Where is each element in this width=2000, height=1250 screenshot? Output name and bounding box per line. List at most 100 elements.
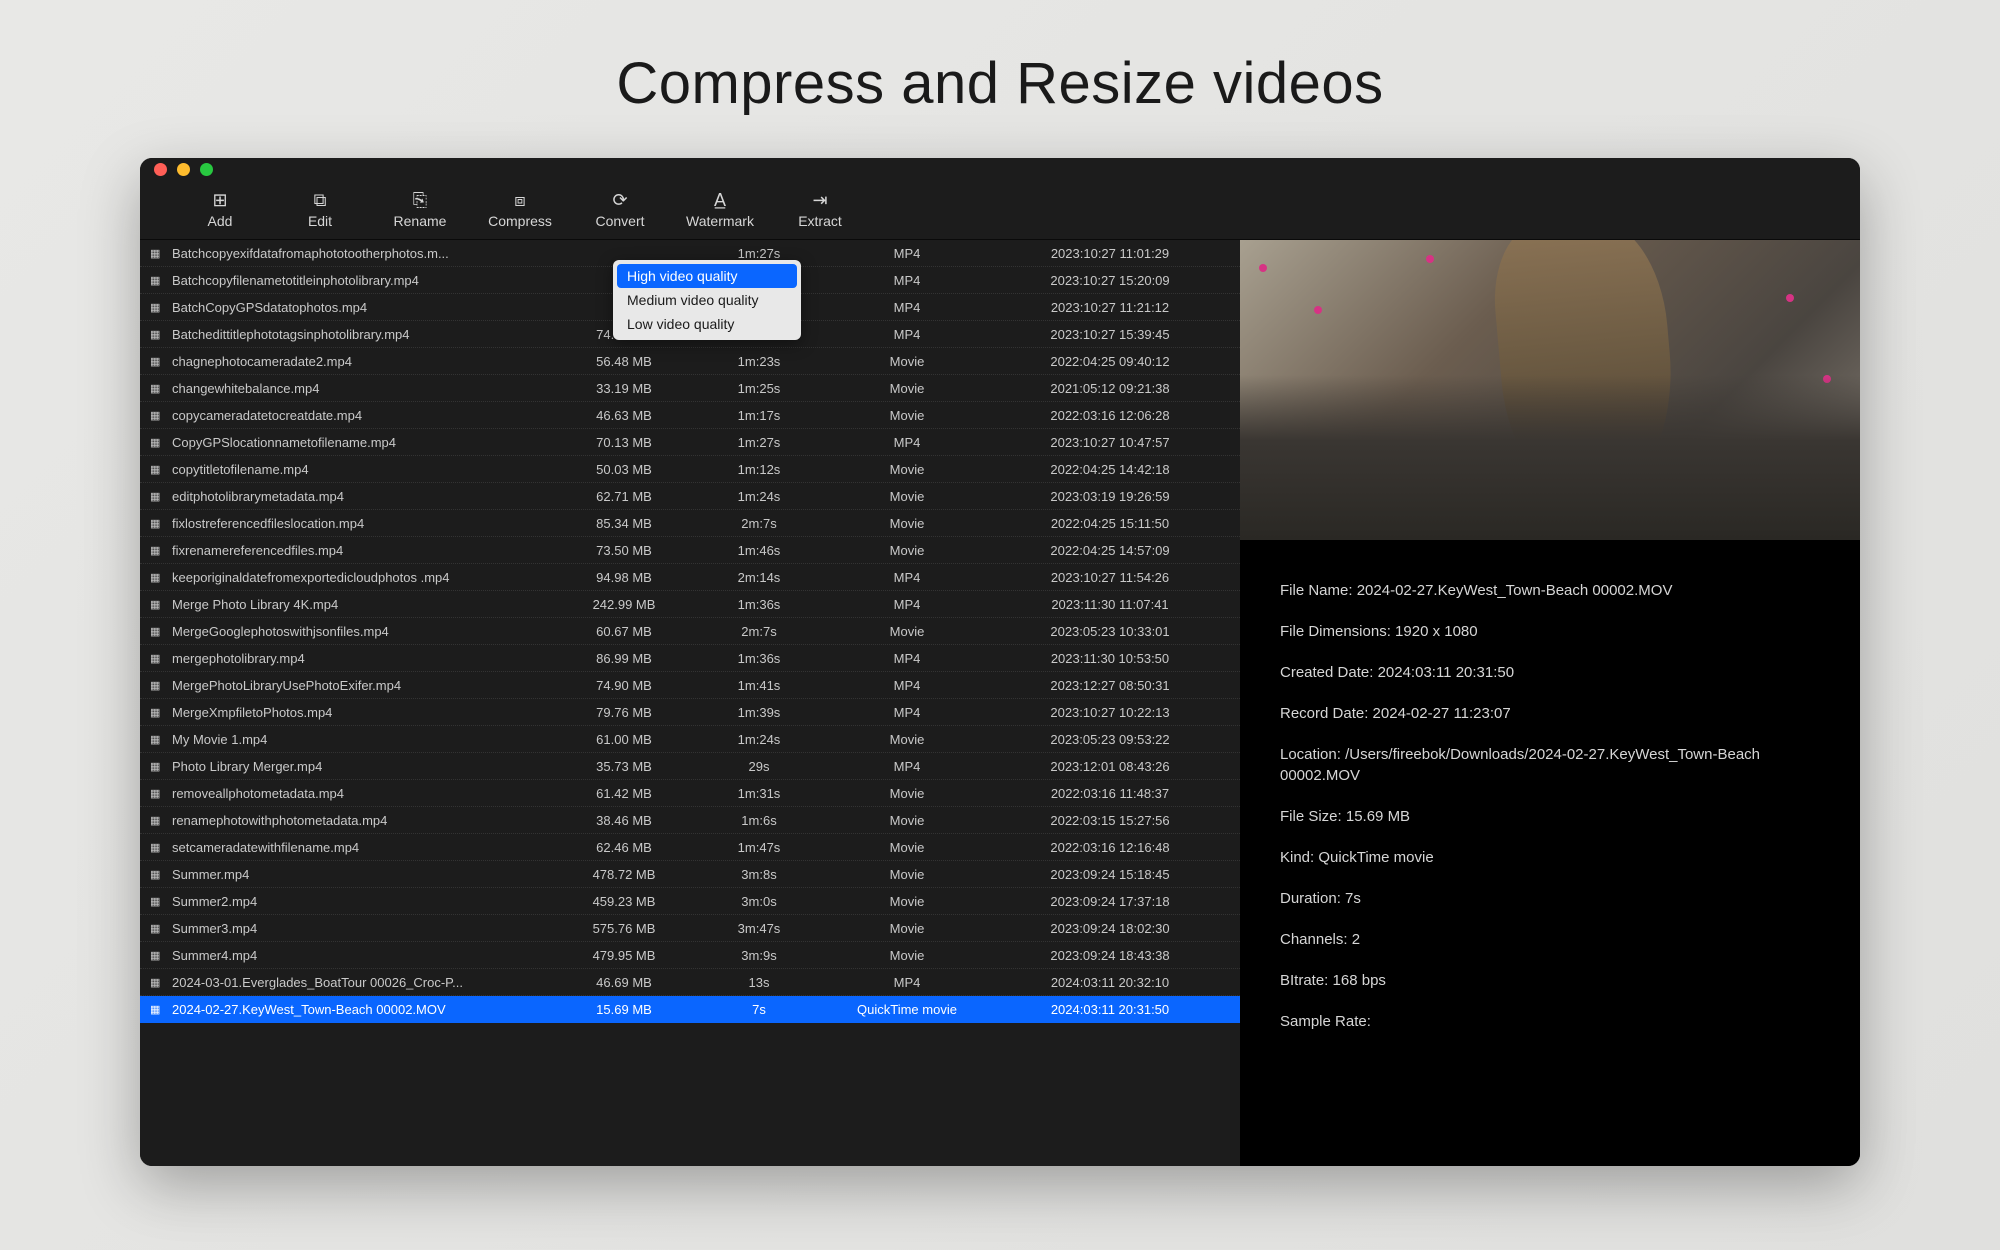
add-button[interactable]: ⊞Add	[170, 185, 270, 235]
app-window: ⊞Add⧉Edit ⎘ Rename ⧈Compress⟳ConvertA̲Water…	[140, 158, 1860, 1166]
file-date-cell: 2024:03:11 20:31:50	[990, 1002, 1230, 1017]
meta-filename: File Name: 2024-02-27.KeyWest_Town-Beach…	[1280, 580, 1820, 601]
convert-button[interactable]: ⟳Convert	[570, 185, 670, 235]
content-area: ▦ Batchcopyexifdatafromaphototootherphot…	[140, 240, 1860, 1166]
toolbar-label: Convert	[595, 213, 644, 229]
file-row[interactable]: ▦ My Movie 1.mp4 61.00 MB 1m:24s Movie 2…	[140, 726, 1240, 753]
file-row[interactable]: ▦ chagnephotocameradate2.mp4 56.48 MB 1m…	[140, 348, 1240, 375]
add-icon: ⊞	[212, 190, 227, 211]
file-date-cell: 2023:09:24 18:43:38	[990, 948, 1230, 963]
file-date-cell: 2022:03:16 12:06:28	[990, 408, 1230, 423]
file-icon: ▦	[150, 652, 172, 665]
file-type-cell: Movie	[824, 354, 990, 369]
meta-kind: Kind: QuickTime movie	[1280, 847, 1820, 868]
file-row[interactable]: ▦ fixlostreferencedfileslocation.mp4 85.…	[140, 510, 1240, 537]
file-row[interactable]: ▦ CopyGPSlocationnametofilename.mp4 70.1…	[140, 429, 1240, 456]
file-row[interactable]: ▦ copycameradatetocreatdate.mp4 46.63 MB…	[140, 402, 1240, 429]
file-type-cell: Movie	[824, 732, 990, 747]
compress-dropdown[interactable]: High video qualityMedium video qualityLo…	[613, 260, 801, 340]
rename-button[interactable]: ⎘ Rename	[370, 185, 470, 235]
file-row[interactable]: ▦ copytitletofilename.mp4 50.03 MB 1m:12…	[140, 456, 1240, 483]
file-row[interactable]: ▦ fixrenamereferencedfiles.mp4 73.50 MB …	[140, 537, 1240, 564]
file-date-cell: 2023:12:27 08:50:31	[990, 678, 1230, 693]
file-duration-cell: 7s	[694, 1002, 824, 1017]
file-type-cell: Movie	[824, 840, 990, 855]
extract-button[interactable]: ⇥Extract	[770, 185, 870, 235]
file-duration-cell: 1m:27s	[694, 246, 824, 261]
maximize-button[interactable]	[200, 163, 213, 176]
file-duration-cell: 1m:25s	[694, 381, 824, 396]
file-icon: ▦	[150, 571, 172, 584]
file-icon: ▦	[150, 490, 172, 503]
file-icon: ▦	[150, 355, 172, 368]
file-row[interactable]: ▦ Photo Library Merger.mp4 35.73 MB 29s …	[140, 753, 1240, 780]
file-type-cell: MP4	[824, 435, 990, 450]
compress-option[interactable]: Medium video quality	[617, 288, 797, 312]
compress-option[interactable]: Low video quality	[617, 312, 797, 336]
meta-size: File Size: 15.69 MB	[1280, 806, 1820, 827]
file-duration-cell: 2m:7s	[694, 624, 824, 639]
file-duration-cell: 2m:7s	[694, 516, 824, 531]
file-duration-cell: 1m:12s	[694, 462, 824, 477]
file-row[interactable]: ▦ renamephotowithphotometadata.mp4 38.46…	[140, 807, 1240, 834]
extract-icon: ⇥	[812, 190, 827, 211]
toolbar-label: Rename	[394, 213, 447, 229]
file-row[interactable]: ▦ Summer.mp4 478.72 MB 3m:8s Movie 2023:…	[140, 861, 1240, 888]
file-date-cell: 2023:09:24 17:37:18	[990, 894, 1230, 909]
file-icon: ▦	[150, 760, 172, 773]
file-duration-cell: 1m:46s	[694, 543, 824, 558]
file-date-cell: 2024:03:11 20:32:10	[990, 975, 1230, 990]
file-icon: ▦	[150, 328, 172, 341]
file-row[interactable]: ▦ keeporiginaldatefromexportedicloudphot…	[140, 564, 1240, 591]
file-row[interactable]: ▦ Summer2.mp4 459.23 MB 3m:0s Movie 2023…	[140, 888, 1240, 915]
file-name-cell: MergePhotoLibraryUsePhotoExifer.mp4	[172, 678, 554, 693]
file-size-cell: 73.50 MB	[554, 543, 694, 558]
file-date-cell: 2023:05:23 10:33:01	[990, 624, 1230, 639]
close-button[interactable]	[154, 163, 167, 176]
file-row[interactable]: ▦ Summer3.mp4 575.76 MB 3m:47s Movie 202…	[140, 915, 1240, 942]
video-preview[interactable]	[1240, 240, 1860, 540]
compress-button[interactable]: ⧈Compress	[470, 185, 570, 235]
file-size-cell: 61.00 MB	[554, 732, 694, 747]
file-row[interactable]: ▦ 2024-03-01.Everglades_BoatTour 00026_C…	[140, 969, 1240, 996]
file-row[interactable]: ▦ 2024-02-27.KeyWest_Town-Beach 00002.MO…	[140, 996, 1240, 1023]
file-icon: ▦	[150, 544, 172, 557]
file-row[interactable]: ▦ Merge Photo Library 4K.mp4 242.99 MB 1…	[140, 591, 1240, 618]
file-icon: ▦	[150, 1003, 172, 1016]
file-row[interactable]: ▦ mergephotolibrary.mp4 86.99 MB 1m:36s …	[140, 645, 1240, 672]
meta-channels: Channels: 2	[1280, 929, 1820, 950]
file-row[interactable]: ▦ setcameradatewithfilename.mp4 62.46 MB…	[140, 834, 1240, 861]
file-date-cell: 2023:09:24 18:02:30	[990, 921, 1230, 936]
file-type-cell: Movie	[824, 624, 990, 639]
file-row[interactable]: ▦ changewhitebalance.mp4 33.19 MB 1m:25s…	[140, 375, 1240, 402]
file-name-cell: MergeGooglephotoswithjsonfiles.mp4	[172, 624, 554, 639]
watermark-button[interactable]: A̲Watermark	[670, 185, 770, 235]
file-type-cell: Movie	[824, 948, 990, 963]
compress-option[interactable]: High video quality	[617, 264, 797, 288]
file-row[interactable]: ▦ MergeXmpfiletoPhotos.mp4 79.76 MB 1m:3…	[140, 699, 1240, 726]
minimize-button[interactable]	[177, 163, 190, 176]
file-icon: ▦	[150, 868, 172, 881]
meta-bitrate: BItrate: 168 bps	[1280, 970, 1820, 991]
file-size-cell: 478.72 MB	[554, 867, 694, 882]
file-name-cell: Merge Photo Library 4K.mp4	[172, 597, 554, 612]
file-name-cell: Summer3.mp4	[172, 921, 554, 936]
file-date-cell: 2022:03:15 15:27:56	[990, 813, 1230, 828]
file-row[interactable]: ▦ Summer4.mp4 479.95 MB 3m:9s Movie 2023…	[140, 942, 1240, 969]
file-name-cell: fixlostreferencedfileslocation.mp4	[172, 516, 554, 531]
file-size-cell: 94.98 MB	[554, 570, 694, 585]
file-row[interactable]: ▦ editphotolibrarymetadata.mp4 62.71 MB …	[140, 483, 1240, 510]
file-size-cell: 459.23 MB	[554, 894, 694, 909]
file-list[interactable]: ▦ Batchcopyexifdatafromaphototootherphot…	[140, 240, 1240, 1166]
file-icon: ▦	[150, 625, 172, 638]
edit-button[interactable]: ⧉Edit	[270, 185, 370, 235]
file-date-cell: 2023:10:27 11:01:29	[990, 246, 1230, 261]
file-name-cell: BatchCopyGPSdatatophotos.mp4	[172, 300, 554, 315]
file-row[interactable]: ▦ MergePhotoLibraryUsePhotoExifer.mp4 74…	[140, 672, 1240, 699]
file-duration-cell: 3m:0s	[694, 894, 824, 909]
file-row[interactable]: ▦ removeallphotometadata.mp4 61.42 MB 1m…	[140, 780, 1240, 807]
file-row[interactable]: ▦ MergeGooglephotoswithjsonfiles.mp4 60.…	[140, 618, 1240, 645]
file-type-cell: MP4	[824, 570, 990, 585]
rename-icon: ⎘	[413, 190, 427, 211]
file-name-cell: Batchcopyexifdatafromaphototootherphotos…	[172, 246, 554, 261]
